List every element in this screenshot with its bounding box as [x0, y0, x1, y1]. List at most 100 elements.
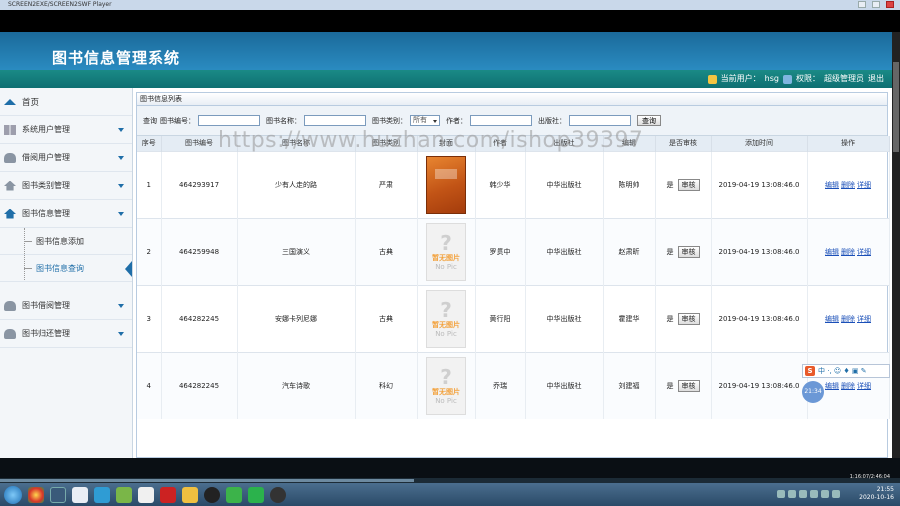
- role: 超级管理员: [824, 74, 864, 83]
- tray-icon[interactable]: [799, 490, 807, 498]
- detail-link[interactable]: 详细: [857, 248, 871, 256]
- logout-link[interactable]: 退出: [868, 70, 884, 88]
- window-controls: [858, 1, 894, 8]
- panel-title: 图书信息列表: [137, 93, 887, 106]
- sidebar: 首页 系统用户管理 借阅用户管理 图书类别管理 图书信息管理 图书信息添加 图书…: [0, 88, 133, 458]
- user-icon: [4, 300, 16, 311]
- edit-link[interactable]: 编辑: [825, 181, 839, 189]
- book-number: 464259948: [161, 217, 238, 285]
- app-icon[interactable]: [72, 486, 88, 503]
- question-icon: ?: [440, 297, 452, 322]
- sidebar-item-categories[interactable]: 图书类别管理: [0, 172, 132, 200]
- close-icon[interactable]: [886, 1, 894, 8]
- publisher-input[interactable]: [569, 115, 631, 126]
- sidebar-item-label: 图书类别管理: [22, 181, 70, 190]
- sidebar-item-book-query[interactable]: 图书信息查询: [0, 255, 132, 282]
- edit-link[interactable]: 编辑: [825, 382, 839, 390]
- search-label: 查询: [143, 116, 157, 125]
- delete-link[interactable]: 删除: [841, 181, 855, 189]
- book-name-label: 图书名称：: [266, 116, 301, 125]
- sidebar-item-book-add[interactable]: 图书信息添加: [0, 228, 132, 255]
- audit-button[interactable]: 审核: [677, 312, 700, 325]
- detail-link[interactable]: 详细: [857, 181, 871, 189]
- house-icon: [4, 208, 16, 219]
- wechat-icon[interactable]: [226, 486, 242, 503]
- maximize-icon[interactable]: [872, 1, 880, 8]
- question-icon: ?: [440, 230, 452, 255]
- delete-link[interactable]: 删除: [841, 315, 855, 323]
- page-scrollbar[interactable]: [892, 32, 900, 458]
- app-icon[interactable]: [270, 486, 286, 503]
- category-select[interactable]: 所有: [410, 115, 440, 126]
- audit-cell: 是审核: [655, 150, 712, 218]
- sidebar-item-borrow-users[interactable]: 借阅用户管理: [0, 144, 132, 172]
- edit-link[interactable]: 编辑: [825, 248, 839, 256]
- book-editor: 陈明帅: [603, 150, 656, 218]
- delete-link[interactable]: 删除: [841, 248, 855, 256]
- sidebar-item-book-info[interactable]: 图书信息管理: [0, 200, 132, 228]
- add-time: 2019-04-19 13:08:46.0: [711, 351, 808, 419]
- detail-link[interactable]: 详细: [857, 382, 871, 390]
- audit-button[interactable]: 审核: [677, 245, 700, 258]
- book-name: 安娜卡列尼娜: [237, 284, 356, 352]
- category-label: 图书类别：: [372, 116, 407, 125]
- tray-icons: [777, 490, 840, 498]
- delete-link[interactable]: 删除: [841, 382, 855, 390]
- tray-icon[interactable]: [788, 490, 796, 498]
- app-icon[interactable]: [94, 486, 110, 503]
- book-category: 古典: [355, 284, 418, 352]
- book-editor: 赵肃昕: [603, 217, 656, 285]
- ime-text: 中 ·, ☺ ♦ ▣ ✎: [818, 367, 867, 375]
- detail-link[interactable]: 详细: [857, 315, 871, 323]
- app-icon[interactable]: [138, 486, 154, 503]
- chevron-down-icon: [118, 212, 124, 216]
- book-number: 464282245: [161, 284, 238, 352]
- flash-icon[interactable]: [160, 486, 176, 503]
- book-category: 科幻: [355, 351, 418, 419]
- app-icon[interactable]: [116, 486, 132, 503]
- book-publisher: 中华出版社: [525, 284, 604, 352]
- nopic-text: 暂无图片: [432, 253, 460, 262]
- book-name-input[interactable]: [304, 115, 366, 126]
- sidebar-item-home[interactable]: 首页: [0, 88, 132, 116]
- sidebar-item-system-users[interactable]: 系统用户管理: [0, 116, 132, 144]
- letterbox-top: [0, 10, 900, 32]
- book-number: 464293917: [161, 150, 238, 218]
- audit-cell: 是审核: [655, 284, 712, 352]
- tray-icon[interactable]: [777, 490, 785, 498]
- book-name: 少有人走的路: [237, 150, 356, 218]
- ops-cell: 编辑 删除 详细: [807, 150, 890, 218]
- author-input[interactable]: [470, 115, 532, 126]
- book-no-input[interactable]: [198, 115, 260, 126]
- tray-icon[interactable]: [810, 490, 818, 498]
- clock-bubble[interactable]: 21:34: [802, 381, 824, 403]
- tray-clock[interactable]: 21:55 2020-10-16: [859, 486, 894, 502]
- nopic-text-en: No Pic: [435, 329, 457, 338]
- table-body: 1 464293917 少有人走的路 严肃 韩少华 中华出版社 陈明帅是审核 2019-04-…: [137, 150, 890, 419]
- home-icon: [4, 98, 16, 105]
- start-button[interactable]: [4, 485, 22, 504]
- chrome-icon[interactable]: [28, 486, 44, 503]
- folder-icon[interactable]: [182, 486, 198, 503]
- audit-button[interactable]: 审核: [677, 178, 700, 191]
- scrollbar-thumb[interactable]: [893, 62, 899, 152]
- search-button[interactable]: 查询: [637, 115, 661, 126]
- table-row: 3 464282245 安娜卡列尼娜 古典? 暂无图片 No Pic 黄行阳 中华出版社 霍建华…: [137, 284, 890, 352]
- book-publisher: 中华出版社: [525, 351, 604, 419]
- tray-icon[interactable]: [832, 490, 840, 498]
- app-icon[interactable]: [50, 486, 66, 503]
- sidebar-item-return[interactable]: 图书归还管理: [0, 320, 132, 348]
- ime-toolbar[interactable]: S 中 ·, ☺ ♦ ▣ ✎: [802, 364, 890, 378]
- current-user-label: 当前用户：: [720, 74, 761, 83]
- minimize-icon[interactable]: [858, 1, 866, 8]
- tray-icon[interactable]: [821, 490, 829, 498]
- audit-cell: 是审核: [655, 351, 712, 419]
- sidebar-item-borrow[interactable]: 图书借阅管理: [0, 292, 132, 320]
- tray-time: 21:55: [876, 486, 894, 493]
- table-row: 1 464293917 少有人走的路 严肃 韩少华 中华出版社 陈明帅是审核 2019-04-…: [137, 150, 890, 218]
- audit-button[interactable]: 审核: [677, 379, 700, 392]
- edit-link[interactable]: 编辑: [825, 315, 839, 323]
- qq-icon[interactable]: [204, 486, 220, 503]
- app-icon[interactable]: [248, 486, 264, 503]
- user-info: 当前用户： hsg 权限： 超级管理员 退出: [707, 70, 884, 88]
